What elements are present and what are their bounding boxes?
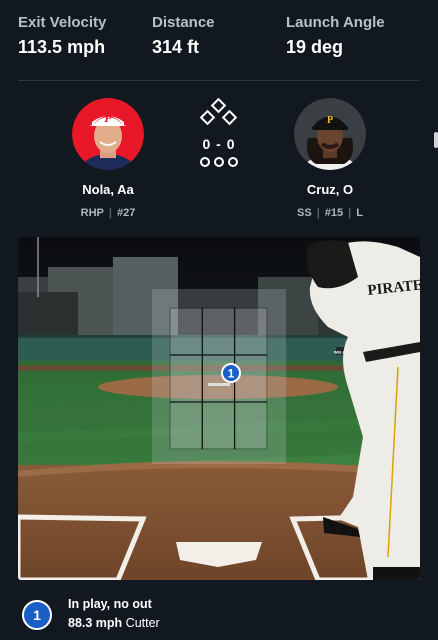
batter-bats: L <box>356 207 363 219</box>
strike-zone-grid <box>169 307 268 450</box>
third-base-icon <box>199 109 216 126</box>
scrollbar-thumb[interactable] <box>434 132 438 148</box>
first-base-icon <box>221 109 238 126</box>
batter-position: SS <box>297 207 312 219</box>
stat-exit-velocity: Exit Velocity 113.5 mph <box>18 14 106 58</box>
stat-launch-angle: Launch Angle 19 deg <box>286 14 385 58</box>
pitcher-avatar: P <box>72 98 144 170</box>
stat-label: Launch Angle <box>286 14 385 31</box>
outs-indicator <box>194 157 244 167</box>
stat-label: Exit Velocity <box>18 14 107 31</box>
stat-value: 314 ft <box>152 37 215 58</box>
batter-number: #15 <box>324 207 344 219</box>
svg-text:P: P <box>327 115 333 126</box>
second-base-icon <box>210 97 227 114</box>
svg-text:P: P <box>104 111 112 125</box>
stat-value: 113.5 mph <box>18 37 106 58</box>
ball-strike-count: 0 - 0 <box>202 136 236 152</box>
stat-number: 314 <box>152 37 183 57</box>
pitcher-card[interactable]: P Nola, Aa RHP | #27 <box>38 98 178 219</box>
pitch-marker[interactable]: 1 <box>221 363 241 383</box>
result-detail: 88.3 mph Cutter <box>68 616 160 630</box>
out-dot <box>228 157 238 167</box>
pitcher-position: RHP <box>80 207 104 219</box>
hit-stats: Exit Velocity 113.5 mph Distance 314 ft … <box>18 14 420 62</box>
stat-number: 113.5 <box>18 37 63 57</box>
pitch-result[interactable]: 1 In play, no out 88.3 mph Cutter <box>18 596 420 636</box>
batter-card[interactable]: P Cruz, O SS | #15 | L <box>260 98 400 219</box>
batter-avatar: P <box>294 98 366 170</box>
pitch-speed: 88.3 mph <box>68 616 123 630</box>
pitch-marker-number: 1 <box>228 367 235 381</box>
batter-name: Cruz, O <box>306 182 354 197</box>
pitch-type: Cutter <box>125 616 160 630</box>
stat-label: Distance <box>152 14 215 31</box>
stat-unit: ft <box>187 37 200 57</box>
game-situation: 0 - 0 <box>194 97 244 167</box>
bases-diamond <box>197 97 241 132</box>
result-title: In play, no out <box>68 597 152 611</box>
divider <box>18 80 420 81</box>
stat-unit: deg <box>311 37 344 57</box>
pitcher-meta: RHP | #27 <box>80 207 136 219</box>
stat-distance: Distance 314 ft <box>152 14 215 58</box>
pitch-number-badge: 1 <box>22 600 52 630</box>
field-scene: WELCOME TO THE <box>18 237 420 580</box>
pitch-location-view: WELCOME TO THE <box>18 237 420 580</box>
pitcher-name: Nola, Aa <box>82 182 134 197</box>
out-dot <box>200 157 210 167</box>
stat-unit: mph <box>67 37 106 57</box>
out-dot <box>214 157 224 167</box>
stat-value: 19 deg <box>286 37 385 58</box>
matchup: P Nola, Aa RHP | #27 0 - 0 P Cruz, O SS … <box>0 97 438 228</box>
pitcher-number: #27 <box>116 207 136 219</box>
stat-number: 19 <box>286 37 307 57</box>
batter-meta: SS | #15 | L <box>297 207 363 219</box>
